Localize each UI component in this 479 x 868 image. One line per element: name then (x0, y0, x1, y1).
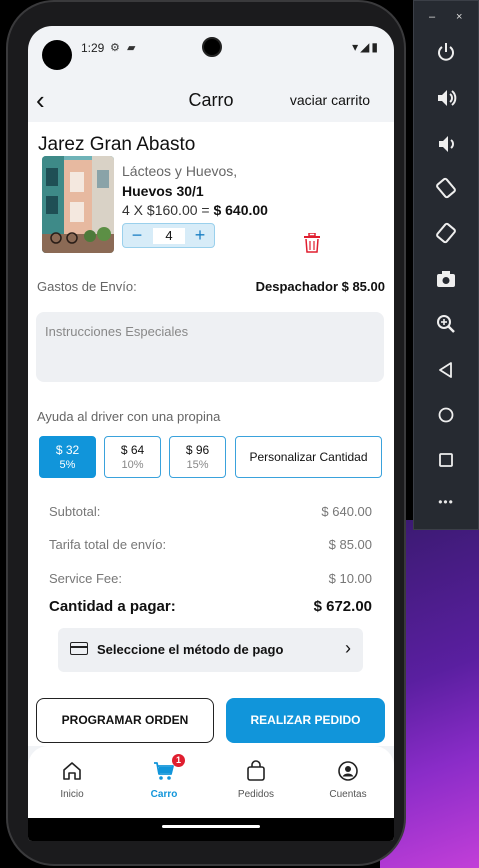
volume-down-button[interactable] (414, 133, 478, 163)
tip-amount: $ 64 (120, 443, 145, 457)
sim-status-icon: ▰ (127, 42, 136, 54)
tip-option-10[interactable]: $ 64 10% (104, 436, 161, 478)
status-time: 1:29 (81, 41, 105, 55)
screenshot-button[interactable] (414, 268, 478, 298)
select-payment-method-button[interactable]: Seleccione el método de pago › (58, 628, 363, 672)
power-icon (438, 43, 454, 61)
chevron-right-icon: › (345, 638, 351, 658)
service-fee-value: $ 10.00 (328, 571, 372, 586)
home-nav-button[interactable] (414, 404, 478, 434)
tab-label: Cuentas (329, 789, 367, 800)
rotate-left-icon (436, 177, 456, 199)
zoom-icon (437, 315, 455, 333)
tab-pedidos[interactable]: Pedidos (216, 760, 296, 800)
trash-icon[interactable] (303, 233, 321, 253)
power-button[interactable] (414, 41, 478, 71)
decrease-quantity-button[interactable]: − (125, 224, 149, 247)
total-label: Cantidad a pagar: (49, 598, 176, 615)
shipping-fee-label: Tarifa total de envío: (49, 537, 167, 552)
subtotal-label: Subtotal: (49, 504, 101, 519)
product-unit-price: 4 X $160.00 = (122, 202, 214, 218)
tip-percent: 5% (59, 459, 76, 471)
app-screen: 1:29 ⚙ ▰ ▾◢▮ ‹ Carro vaciar carrito Jare… (28, 26, 394, 841)
more-options-button[interactable]: ••• (414, 495, 478, 525)
product-category: Lácteos y Huevos, (122, 163, 238, 179)
tab-label: Carro (150, 789, 178, 800)
tab-carro[interactable]: 1 Carro (124, 754, 204, 800)
tip-amount: $ 96 (185, 443, 210, 457)
schedule-order-button[interactable]: PROGRAMAR ORDEN (36, 698, 214, 743)
shipping-fee-value: $ 85.00 (328, 537, 372, 552)
custom-tip-button[interactable]: Personalizar Cantidad (235, 436, 382, 478)
store-name: Jarez Gran Abasto (38, 134, 196, 155)
product-image (42, 156, 114, 253)
cart-badge: 1 (172, 754, 185, 767)
service-fee-row: Service Fee: $ 10.00 (49, 571, 372, 586)
front-camera-cutout (42, 40, 72, 70)
tip-option-15[interactable]: $ 96 15% (169, 436, 226, 478)
credit-card-icon (70, 642, 88, 655)
product-price-line: 4 X $160.00 = $ 640.00 (122, 202, 268, 218)
home-icon (63, 762, 81, 780)
account-icon (338, 761, 358, 781)
tab-label: Pedidos (237, 789, 275, 800)
subtotal-value: $ 640.00 (321, 504, 372, 519)
rotate-right-icon (436, 222, 456, 244)
overview-square-icon (439, 453, 453, 467)
total-row: Cantidad a pagar: $ 672.00 (49, 598, 372, 615)
tab-cuentas[interactable]: Cuentas (308, 760, 388, 800)
rotate-right-button[interactable] (414, 222, 478, 252)
service-fee-label: Service Fee: (49, 571, 122, 586)
home-circle-icon (438, 407, 454, 423)
cart-content: Jarez Gran Abasto Lácteos y Huevos, Huev… (28, 122, 394, 746)
shipping-value: Despachador $ 85.00 (255, 279, 385, 294)
back-triangle-icon (439, 362, 452, 378)
camera-shutter-icon (437, 271, 455, 287)
quantity-value[interactable]: 4 (153, 228, 185, 244)
bottom-tab-bar: Inicio 1 Carro Pedidos Cuentas (28, 746, 394, 818)
tip-percent: 10% (121, 459, 144, 471)
signal-battery-icons: ▾◢▮ (352, 40, 380, 54)
payment-method-label: Seleccione el método de pago (97, 642, 284, 657)
tip-percent: 15% (186, 459, 209, 471)
bag-icon (247, 760, 265, 781)
system-nav-bar (28, 818, 394, 841)
volume-down-icon (439, 136, 454, 152)
empty-cart-button[interactable]: vaciar carrito (290, 92, 370, 108)
camera-icon (202, 37, 222, 57)
total-value: $ 672.00 (313, 598, 372, 615)
volume-up-icon (438, 90, 457, 106)
tab-inicio[interactable]: Inicio (32, 760, 112, 800)
status-bar: 1:29 ⚙ ▰ ▾◢▮ (28, 26, 394, 72)
volume-up-button[interactable] (414, 87, 478, 117)
back-nav-button[interactable] (414, 359, 478, 389)
close-button[interactable]: × (456, 11, 462, 23)
tip-label: Ayuda al driver con una propina (37, 409, 221, 424)
product-name: Huevos 30/1 (122, 183, 204, 199)
home-indicator[interactable] (162, 825, 260, 828)
phone-frame: 1:29 ⚙ ▰ ▾◢▮ ‹ Carro vaciar carrito Jare… (6, 0, 406, 866)
special-instructions-placeholder: Instrucciones Especiales (45, 324, 189, 339)
special-instructions-input[interactable]: Instrucciones Especiales (36, 312, 384, 382)
increase-quantity-button[interactable]: + (188, 224, 212, 247)
shipping-label: Gastos de Envío: (37, 279, 137, 294)
place-order-button[interactable]: REALIZAR PEDIDO (226, 698, 385, 743)
tip-option-5[interactable]: $ 32 5% (39, 436, 96, 478)
subtotal-row: Subtotal: $ 640.00 (49, 504, 372, 519)
zoom-button[interactable] (414, 313, 478, 343)
shipping-fee-row: Tarifa total de envío: $ 85.00 (49, 537, 372, 552)
app-header: ‹ Carro vaciar carrito (28, 82, 394, 122)
tab-label: Inicio (60, 789, 84, 800)
quantity-stepper: − 4 + (122, 223, 215, 248)
tip-amount: $ 32 (55, 443, 80, 457)
settings-status-icon: ⚙ (110, 42, 120, 54)
minimize-button[interactable]: – (429, 11, 435, 23)
rotate-left-button[interactable] (414, 177, 478, 207)
overview-nav-button[interactable] (414, 449, 478, 479)
emulator-toolbar: – × ••• (413, 0, 479, 530)
product-line-total: $ 640.00 (213, 202, 268, 218)
